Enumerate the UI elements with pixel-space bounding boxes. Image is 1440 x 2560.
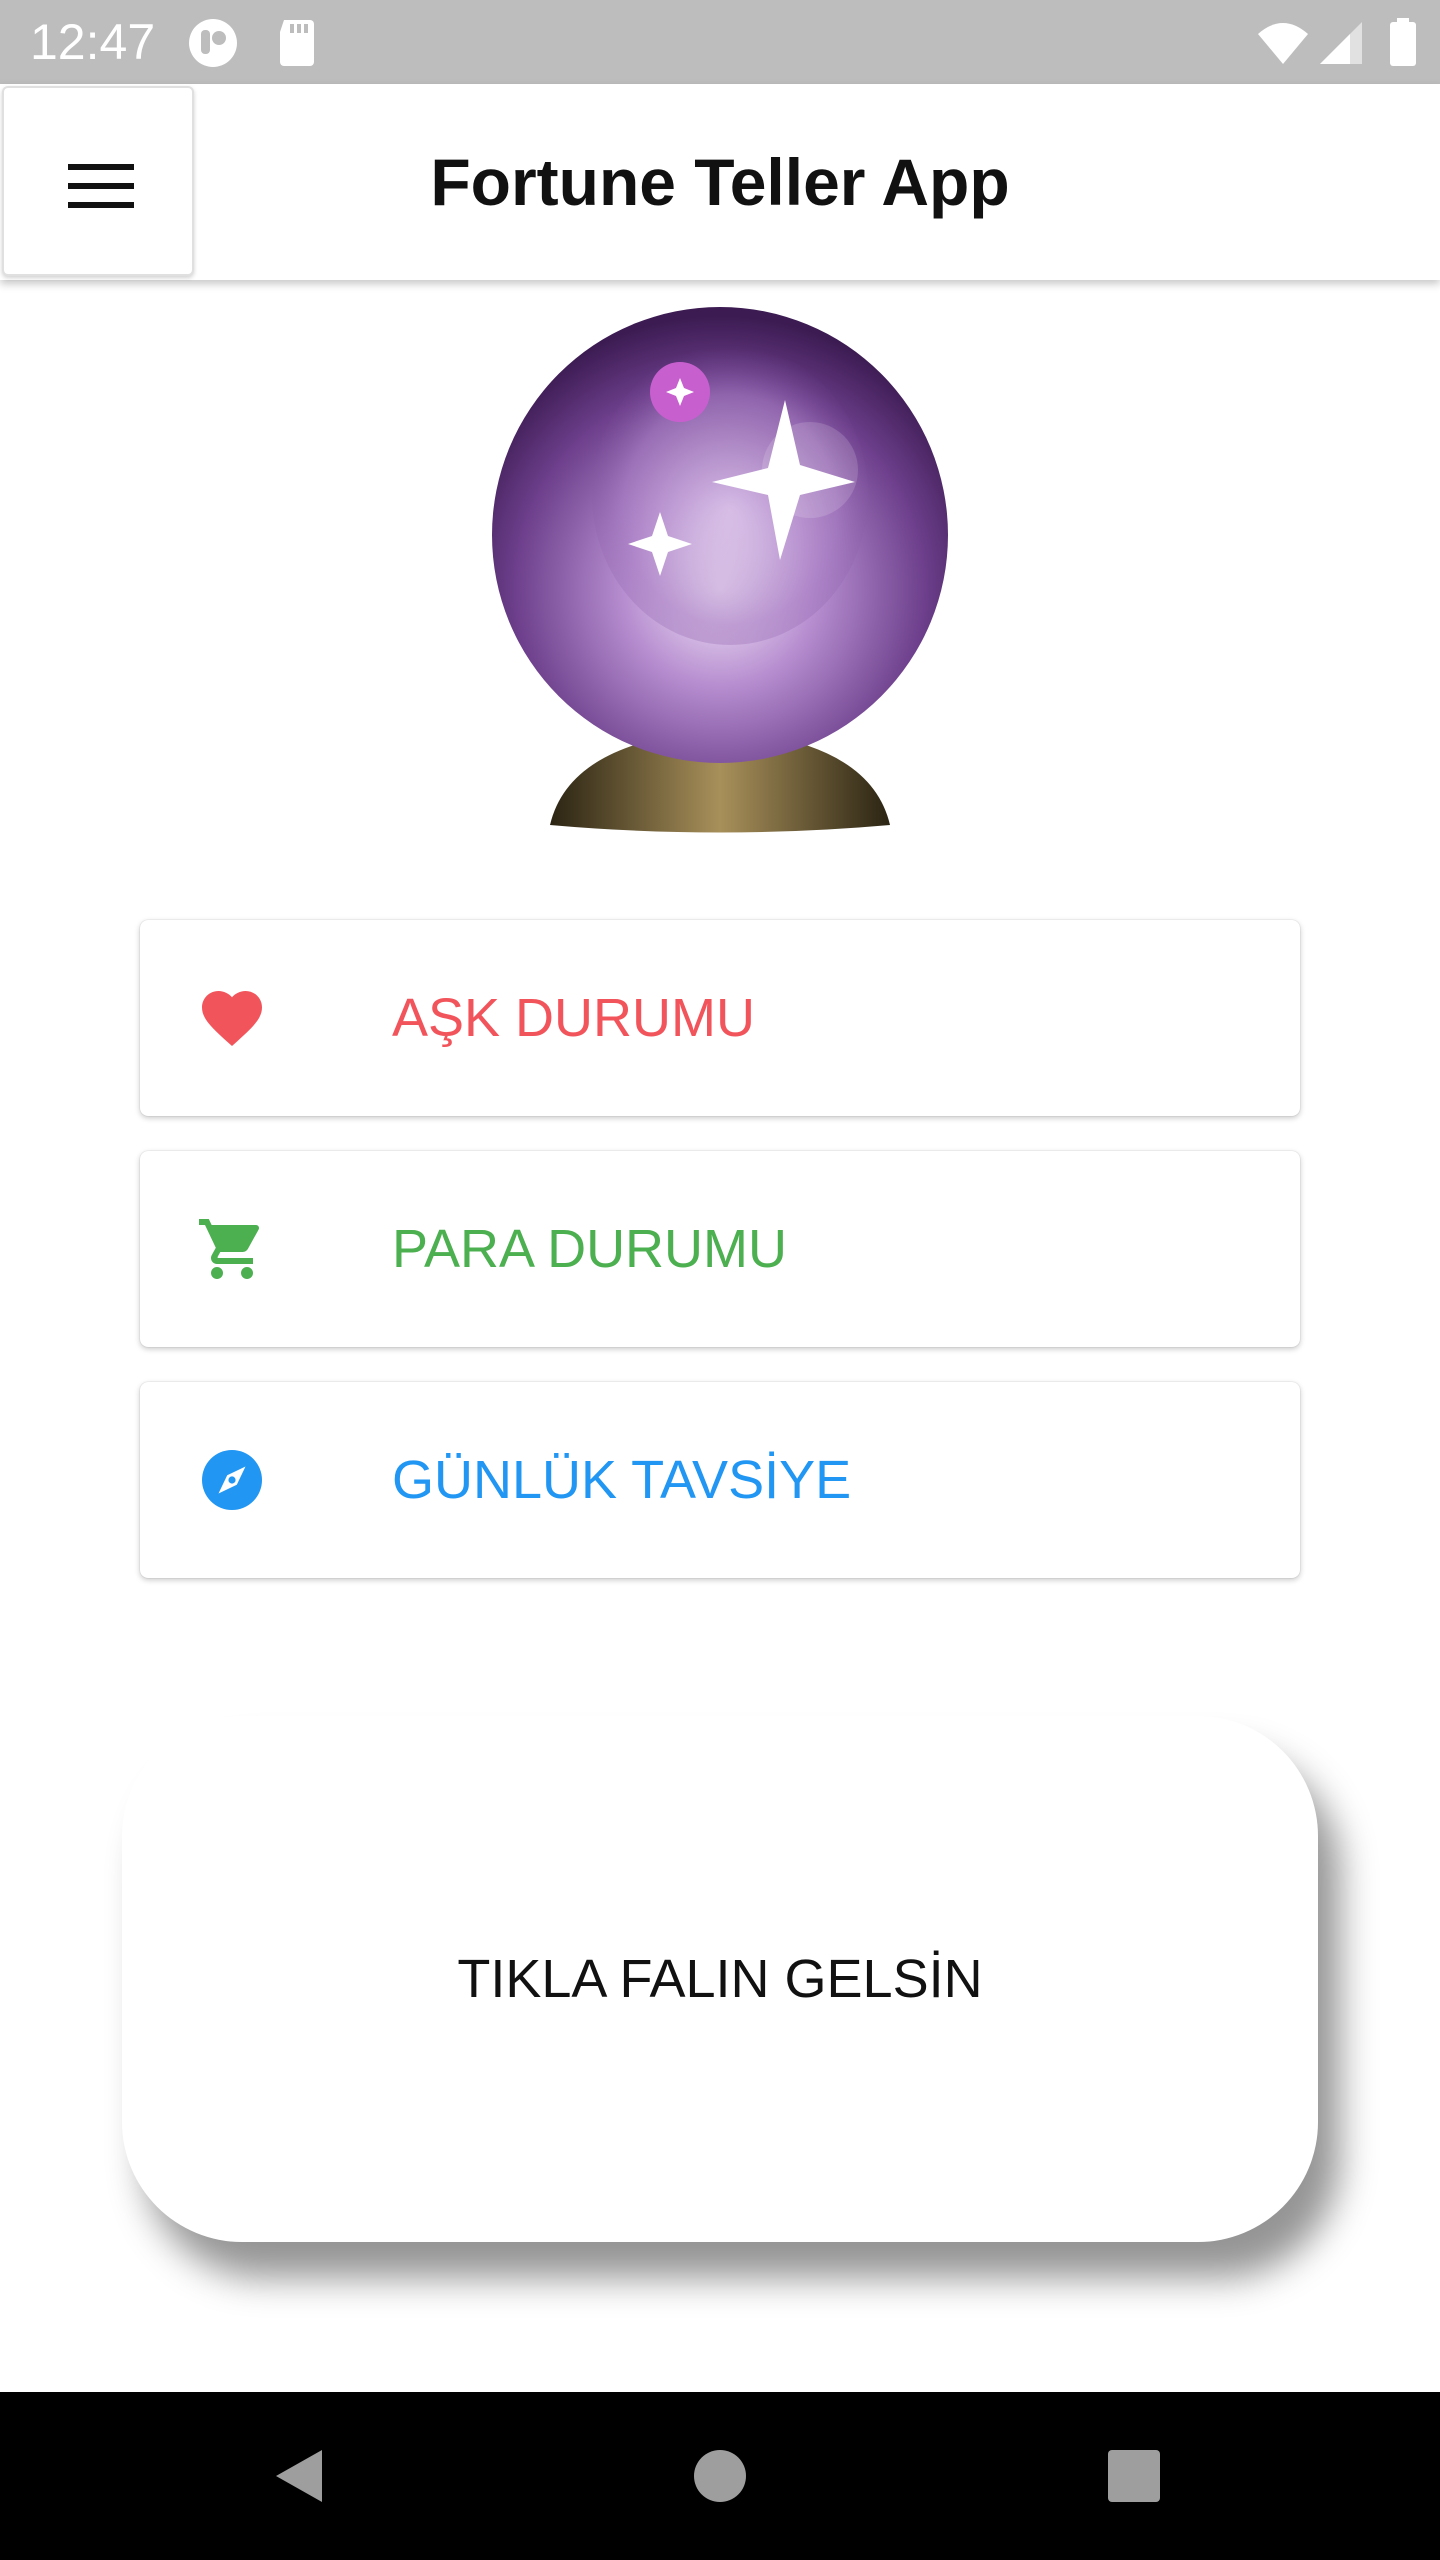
app-title: Fortune Teller App (430, 145, 1010, 219)
option-daily-advice[interactable]: GÜNLÜK TAVSİYE (140, 1382, 1300, 1578)
battery-icon (1390, 18, 1416, 66)
get-fortune-label: TIKLA FALIN GELSİN (457, 1949, 983, 2009)
back-icon[interactable] (262, 2436, 342, 2516)
menu-button[interactable] (2, 86, 194, 276)
option-money-status[interactable]: PARA DURUMU (140, 1151, 1300, 1347)
shopping-cart-icon (199, 1219, 260, 1279)
option-money-label: PARA DURUMU (392, 1219, 788, 1279)
app-screen: 12:47 Fortune Teller App AŞK DURUMU PARA… (0, 0, 1440, 2560)
option-love-label: AŞK DURUMU (392, 988, 756, 1048)
status-time: 12:47 (30, 14, 156, 70)
status-bar: 12:47 (0, 0, 1440, 84)
recents-icon[interactable] (1094, 2436, 1174, 2516)
crystal-ball-icon (492, 307, 948, 833)
wifi-icon (1258, 23, 1308, 64)
sd-card-icon (280, 20, 314, 66)
cellular-signal-icon (1320, 22, 1362, 64)
option-love-status[interactable]: AŞK DURUMU (140, 920, 1300, 1116)
notification-app-icon (189, 19, 237, 67)
home-icon[interactable] (680, 2436, 760, 2516)
heart-icon (202, 991, 262, 1047)
app-bar: Fortune Teller App (0, 84, 1440, 280)
hamburger-menu-icon (68, 164, 134, 208)
compass-icon (202, 1450, 262, 1510)
option-advice-label: GÜNLÜK TAVSİYE (392, 1450, 852, 1510)
system-nav-bar (0, 2392, 1440, 2560)
get-fortune-button[interactable]: TIKLA FALIN GELSİN (122, 1716, 1318, 2242)
